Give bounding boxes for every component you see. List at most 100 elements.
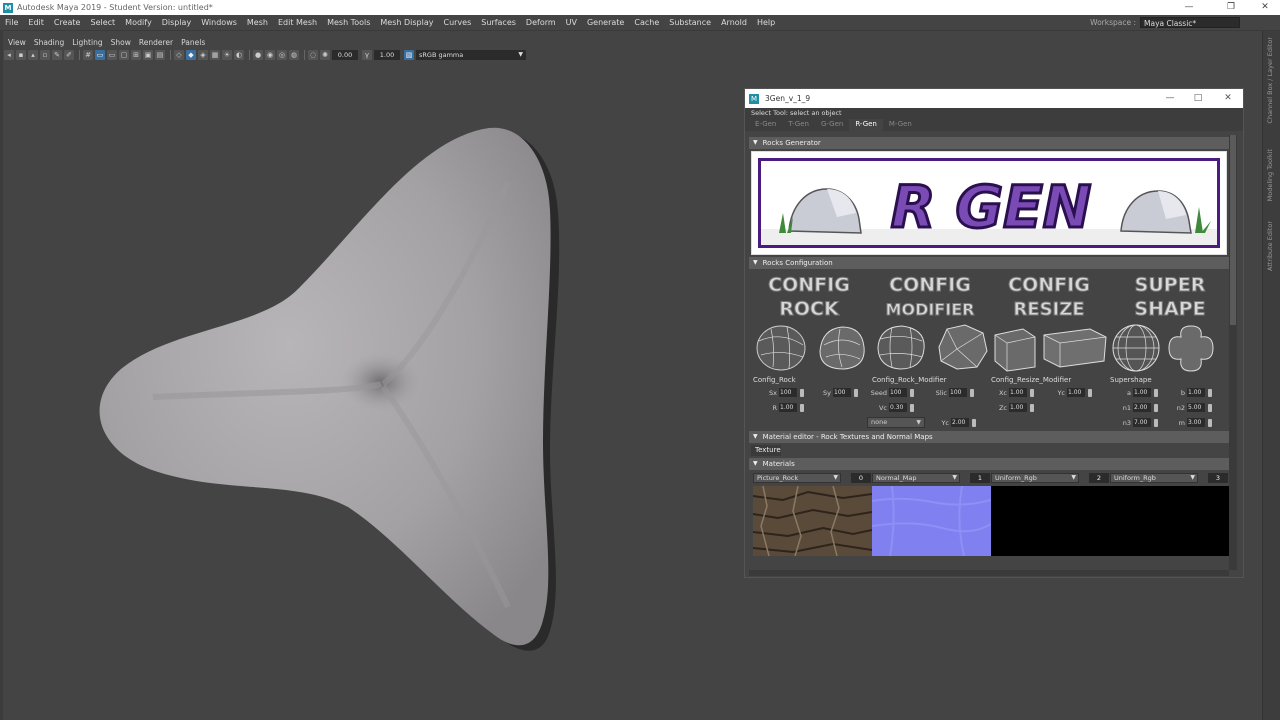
tab-g-gen[interactable]: G-Gen — [815, 119, 849, 131]
exposure-icon[interactable]: ✺ — [320, 49, 330, 60]
gamma-field[interactable]: 1.00 — [374, 49, 400, 60]
material-type-dropdown[interactable]: Uniform_Rgb ▼ — [991, 473, 1079, 483]
color-management-icon[interactable]: ▧ — [404, 49, 414, 60]
menu-mesh-tools[interactable]: Mesh Tools — [322, 18, 375, 27]
modifier-type-dropdown[interactable]: none ▼ — [867, 417, 925, 428]
xray-icon[interactable]: ◌ — [308, 49, 318, 60]
menu-uv[interactable]: UV — [561, 18, 582, 27]
param-sy-slider[interactable] — [854, 388, 858, 397]
gate-mask-icon[interactable]: ▢ — [119, 49, 129, 60]
config-rock[interactable]: CONFIG ROCK Config_Rock — [753, 271, 872, 385]
default-material-icon[interactable]: ◈ — [198, 49, 208, 60]
vertical-scrollbar[interactable] — [1229, 135, 1237, 570]
param-b-field[interactable]: 1.00 — [1187, 388, 1205, 397]
3gen-maximize-button[interactable]: □ — [1183, 89, 1213, 108]
menu-create[interactable]: Create — [49, 18, 86, 27]
tab-m-gen[interactable]: M-Gen — [883, 119, 918, 131]
section-rocks-generator[interactable]: ▼ Rocks Generator — [749, 137, 1229, 149]
menu-mesh-display[interactable]: Mesh Display — [375, 18, 438, 27]
config-rock-modifier[interactable]: CONFIG MODIFIER Config_Rock_Modifier — [872, 271, 991, 385]
param-b-slider[interactable] — [1208, 388, 1212, 397]
normal-map-swatch[interactable] — [871, 485, 992, 557]
grease-pencil-icon[interactable]: ✐ — [64, 49, 74, 60]
wireframe-icon[interactable]: ◇ — [174, 49, 184, 60]
param-sx-field[interactable]: 100 — [779, 388, 797, 397]
param-sx-slider[interactable] — [800, 388, 804, 397]
horizontal-scrollbar[interactable] — [749, 570, 1229, 576]
scrollbar-thumb[interactable] — [1230, 135, 1236, 325]
textured-icon[interactable]: ▦ — [210, 49, 220, 60]
maximize-button[interactable]: ❐ — [1218, 0, 1244, 15]
uniform-rgb-swatch[interactable] — [991, 486, 1110, 556]
uniform-rgb-swatch[interactable] — [1110, 486, 1229, 556]
param-vc-slider[interactable] — [910, 403, 914, 412]
grid-icon[interactable]: # — [83, 49, 93, 60]
ambient-occlusion-icon[interactable]: ● — [253, 49, 263, 60]
param-yc-resize-slider[interactable] — [1088, 388, 1092, 397]
3gen-close-button[interactable]: ✕ — [1213, 89, 1243, 108]
param-zc-field[interactable]: 1.00 — [1009, 403, 1027, 412]
isolate-select-icon[interactable]: ◍ — [289, 49, 299, 60]
safe-title-icon[interactable]: ▤ — [155, 49, 165, 60]
panel-menu-view[interactable]: View — [4, 38, 30, 47]
menu-display[interactable]: Display — [157, 18, 197, 27]
param-xc-slider[interactable] — [1030, 388, 1034, 397]
bookmark-icon[interactable]: ▴ — [28, 49, 38, 60]
menu-cache[interactable]: Cache — [629, 18, 664, 27]
smooth-shade-icon[interactable]: ◆ — [186, 49, 196, 60]
menu-select[interactable]: Select — [85, 18, 120, 27]
param-seed-field[interactable]: 100 — [889, 388, 907, 397]
param-n1-slider[interactable] — [1154, 403, 1158, 412]
safe-action-icon[interactable]: ▣ — [143, 49, 153, 60]
menu-generate[interactable]: Generate — [582, 18, 629, 27]
menu-help[interactable]: Help — [752, 18, 780, 27]
param-n2-field[interactable]: 5.00 — [1187, 403, 1205, 412]
field-chart-icon[interactable]: ⊞ — [131, 49, 141, 60]
param-seed-slider[interactable] — [910, 388, 914, 397]
param-a-field[interactable]: 1.00 — [1133, 388, 1151, 397]
param-yc-slider[interactable] — [972, 418, 976, 427]
param-vc-field[interactable]: 0.30 — [889, 403, 907, 412]
config-resize-modifier[interactable]: CONFIG RESIZE Config_Resize_Modifier — [991, 271, 1110, 385]
3gen-minimize-button[interactable]: — — [1155, 89, 1185, 108]
2d-pan-zoom-icon[interactable]: ✎ — [52, 49, 62, 60]
anti-aliasing-icon[interactable]: ◎ — [277, 49, 287, 60]
menu-modify[interactable]: Modify — [120, 18, 157, 27]
supershape[interactable]: SUPER SHAPE Supershape — [1110, 271, 1229, 385]
tab-t-gen[interactable]: T-Gen — [782, 119, 815, 131]
tab-e-gen[interactable]: E-Gen — [749, 119, 782, 131]
minimize-button[interactable]: — — [1176, 0, 1202, 15]
close-button[interactable]: ✕ — [1252, 0, 1278, 15]
motion-blur-icon[interactable]: ◉ — [265, 49, 275, 60]
menu-mesh[interactable]: Mesh — [242, 18, 273, 27]
panel-menu-panels[interactable]: Panels — [177, 38, 209, 47]
menu-windows[interactable]: Windows — [196, 18, 242, 27]
section-materials[interactable]: ▼ Materials — [749, 458, 1229, 470]
attribute-editor-tab[interactable]: Attribute Editor — [1266, 221, 1278, 271]
param-slic-field[interactable]: 100 — [949, 388, 967, 397]
channel-box-tab[interactable]: Channel Box / Layer Editor — [1266, 37, 1278, 124]
section-material-editor[interactable]: ▼ Material editor - Rock Textures and No… — [749, 431, 1229, 443]
workspace-dropdown[interactable]: Maya Classic* — [1140, 17, 1240, 28]
param-r-field[interactable]: 1.00 — [779, 403, 797, 412]
param-m-field[interactable]: 3.00 — [1187, 418, 1205, 427]
material-type-dropdown[interactable]: Picture_Rock ▼ — [753, 473, 841, 483]
camera-select-icon[interactable]: ◂ — [4, 49, 14, 60]
param-zc-slider[interactable] — [1030, 403, 1034, 412]
panel-menu-show[interactable]: Show — [107, 38, 135, 47]
tab-r-gen[interactable]: R-Gen — [849, 119, 883, 131]
param-xc-field[interactable]: 1.00 — [1009, 388, 1027, 397]
panel-menu-lighting[interactable]: Lighting — [68, 38, 106, 47]
param-a-slider[interactable] — [1154, 388, 1158, 397]
menu-edit[interactable]: Edit — [23, 18, 49, 27]
param-n2-slider[interactable] — [1208, 403, 1212, 412]
menu-substance[interactable]: Substance — [664, 18, 716, 27]
shadows-icon[interactable]: ◐ — [234, 49, 244, 60]
param-yc-field[interactable]: 2.00 — [951, 418, 969, 427]
section-rocks-configuration[interactable]: ▼ Rocks Configuration — [749, 257, 1229, 269]
param-m-slider[interactable] — [1208, 418, 1212, 427]
rock-texture-swatch[interactable] — [752, 485, 873, 557]
menu-file[interactable]: File — [0, 18, 23, 27]
menu-edit-mesh[interactable]: Edit Mesh — [273, 18, 322, 27]
panel-menu-renderer[interactable]: Renderer — [135, 38, 177, 47]
